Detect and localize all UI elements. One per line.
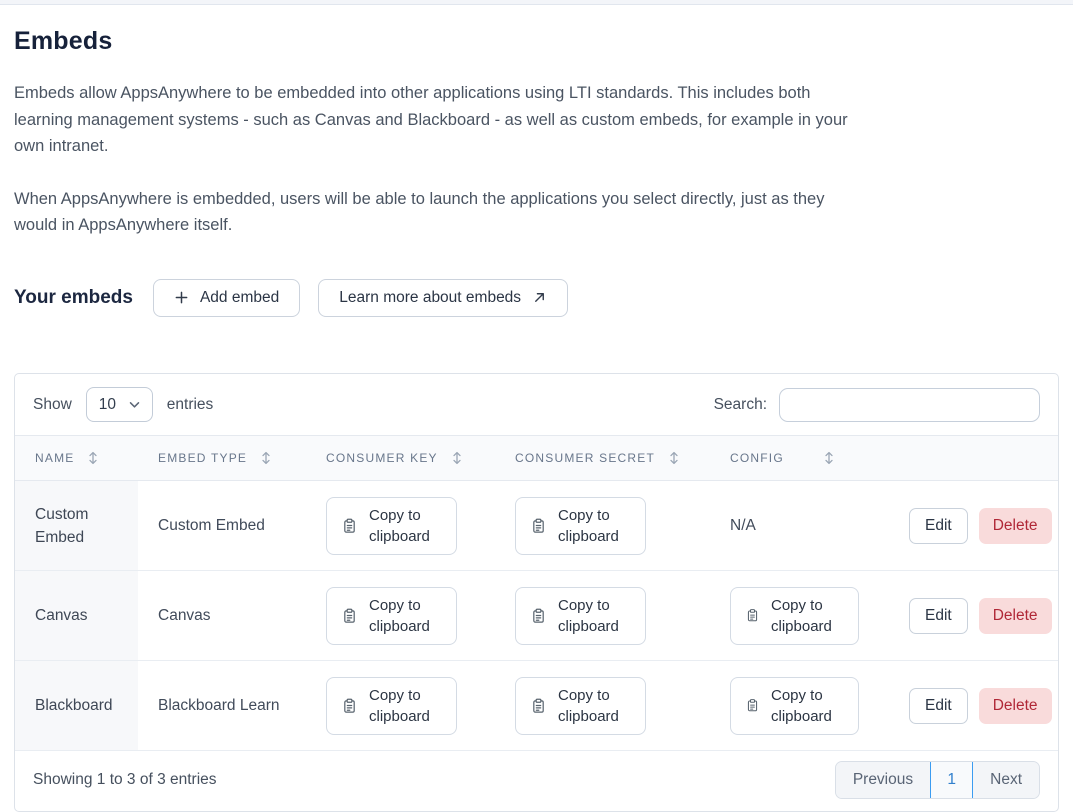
entries-label: entries	[167, 396, 214, 414]
column-label-config: CONFIG	[730, 451, 784, 465]
clipboard-icon	[531, 518, 546, 534]
cell-consumer-key: Copy to clipboard	[306, 661, 495, 751]
cell-embed-type: Custom Embed	[138, 481, 306, 571]
table-row: Blackboard Blackboard Learn Copy to clip…	[15, 661, 1058, 751]
column-label-consumer-secret: CONSUMER SECRET	[515, 451, 655, 465]
search-control: Search:	[714, 388, 1040, 422]
learn-more-label: Learn more about embeds	[339, 289, 521, 307]
sort-icon	[452, 451, 462, 465]
cell-consumer-secret: Copy to clipboard	[495, 481, 710, 571]
copy-consumer-key-button[interactable]: Copy to clipboard	[326, 587, 457, 645]
clipboard-icon	[342, 518, 357, 534]
delete-button[interactable]: Delete	[979, 688, 1052, 724]
column-header-actions	[889, 436, 1058, 481]
config-na-value: N/A	[730, 514, 881, 537]
page-size-control: Show 10 entries	[33, 387, 213, 422]
external-link-icon	[532, 290, 547, 305]
copy-config-button[interactable]: Copy to clipboard	[730, 677, 859, 735]
copy-consumer-key-button[interactable]: Copy to clipboard	[326, 497, 457, 555]
column-label-embed-type: EMBED TYPE	[158, 451, 247, 465]
sort-icon	[669, 451, 679, 465]
show-label: Show	[33, 396, 72, 414]
table-controls: Show 10 entries Search:	[15, 374, 1058, 435]
column-header-consumer-secret[interactable]: CONSUMER SECRET	[495, 436, 710, 481]
clipboard-icon	[531, 608, 546, 624]
cell-consumer-key: Copy to clipboard	[306, 571, 495, 661]
column-label-name: NAME	[35, 451, 74, 465]
cell-config: N/A	[710, 481, 889, 571]
cell-name: Blackboard	[15, 661, 138, 751]
cell-name: Canvas	[15, 571, 138, 661]
chevron-down-icon	[129, 401, 140, 409]
column-header-embed-type[interactable]: EMBED TYPE	[138, 436, 306, 481]
cell-actions: Edit Delete	[889, 571, 1058, 661]
edit-button[interactable]: Edit	[909, 598, 968, 634]
your-embeds-toolbar: Your embeds Add embed Learn more about e…	[14, 279, 1059, 317]
copy-button-label: Copy to clipboard	[369, 505, 441, 547]
delete-button[interactable]: Delete	[979, 598, 1052, 634]
copy-config-button[interactable]: Copy to clipboard	[730, 587, 859, 645]
edit-button[interactable]: Edit	[909, 508, 968, 544]
table-footer: Showing 1 to 3 of 3 entries Previous 1 N…	[15, 751, 1058, 811]
add-embed-button[interactable]: Add embed	[153, 279, 300, 317]
copy-button-label: Copy to clipboard	[558, 685, 630, 727]
intro-paragraph-1: Embeds allow AppsAnywhere to be embedded…	[14, 80, 852, 160]
clipboard-icon	[342, 608, 357, 624]
sort-icon	[261, 451, 271, 465]
copy-button-label: Copy to clipboard	[771, 595, 843, 637]
clipboard-icon	[746, 608, 759, 623]
page-description: Embeds allow AppsAnywhere to be embedded…	[14, 80, 852, 239]
copy-button-label: Copy to clipboard	[771, 685, 843, 727]
cell-config: Copy to clipboard	[710, 571, 889, 661]
cell-consumer-secret: Copy to clipboard	[495, 571, 710, 661]
copy-consumer-secret-button[interactable]: Copy to clipboard	[515, 587, 646, 645]
column-header-consumer-key[interactable]: CONSUMER KEY	[306, 436, 495, 481]
cell-name: Custom Embed	[15, 481, 138, 571]
cell-embed-type: Canvas	[138, 571, 306, 661]
cell-consumer-secret: Copy to clipboard	[495, 661, 710, 751]
table-row: Custom Embed Custom Embed Copy to clipbo…	[15, 481, 1058, 571]
learn-more-button[interactable]: Learn more about embeds	[318, 279, 568, 317]
copy-consumer-key-button[interactable]: Copy to clipboard	[326, 677, 457, 735]
add-embed-label: Add embed	[200, 289, 279, 307]
copy-button-label: Copy to clipboard	[369, 595, 441, 637]
sort-icon	[824, 451, 834, 465]
edit-button[interactable]: Edit	[909, 688, 968, 724]
table-header: NAME EMBED TYPE CONSUMER KEY CONSUMER SE…	[15, 436, 1058, 481]
pagination: Previous 1 Next	[835, 761, 1040, 799]
cell-embed-type: Blackboard Learn	[138, 661, 306, 751]
plus-icon	[174, 290, 189, 305]
copy-consumer-secret-button[interactable]: Copy to clipboard	[515, 677, 646, 735]
intro-paragraph-2: When AppsAnywhere is embedded, users wil…	[14, 186, 852, 239]
table-row: Canvas Canvas Copy to clipboard Copy to …	[15, 571, 1058, 661]
cell-config: Copy to clipboard	[710, 661, 889, 751]
cell-consumer-key: Copy to clipboard	[306, 481, 495, 571]
column-label-consumer-key: CONSUMER KEY	[326, 451, 438, 465]
your-embeds-heading: Your embeds	[14, 287, 133, 309]
copy-button-label: Copy to clipboard	[558, 505, 630, 547]
sort-icon	[88, 451, 98, 465]
column-header-config[interactable]: CONFIG	[710, 436, 889, 481]
copy-button-label: Copy to clipboard	[558, 595, 630, 637]
column-header-name[interactable]: NAME	[15, 436, 138, 481]
clipboard-icon	[342, 698, 357, 714]
pagination-page-1-button[interactable]: 1	[930, 761, 973, 799]
page-size-select[interactable]: 10	[86, 387, 153, 422]
delete-button[interactable]: Delete	[979, 508, 1052, 544]
clipboard-icon	[746, 698, 759, 713]
entries-summary: Showing 1 to 3 of 3 entries	[33, 771, 217, 789]
page-size-value: 10	[99, 396, 116, 414]
cell-actions: Edit Delete	[889, 661, 1058, 751]
copy-button-label: Copy to clipboard	[369, 685, 441, 727]
search-input[interactable]	[779, 388, 1040, 422]
page-title: Embeds	[14, 27, 1059, 56]
page-content: Embeds Embeds allow AppsAnywhere to be e…	[0, 5, 1073, 317]
cell-actions: Edit Delete	[889, 481, 1058, 571]
embeds-table: NAME EMBED TYPE CONSUMER KEY CONSUMER SE…	[15, 435, 1058, 751]
clipboard-icon	[531, 698, 546, 714]
copy-consumer-secret-button[interactable]: Copy to clipboard	[515, 497, 646, 555]
embeds-table-card: Show 10 entries Search: NAME EMBED TYPE …	[14, 373, 1059, 812]
search-label: Search:	[714, 396, 767, 414]
